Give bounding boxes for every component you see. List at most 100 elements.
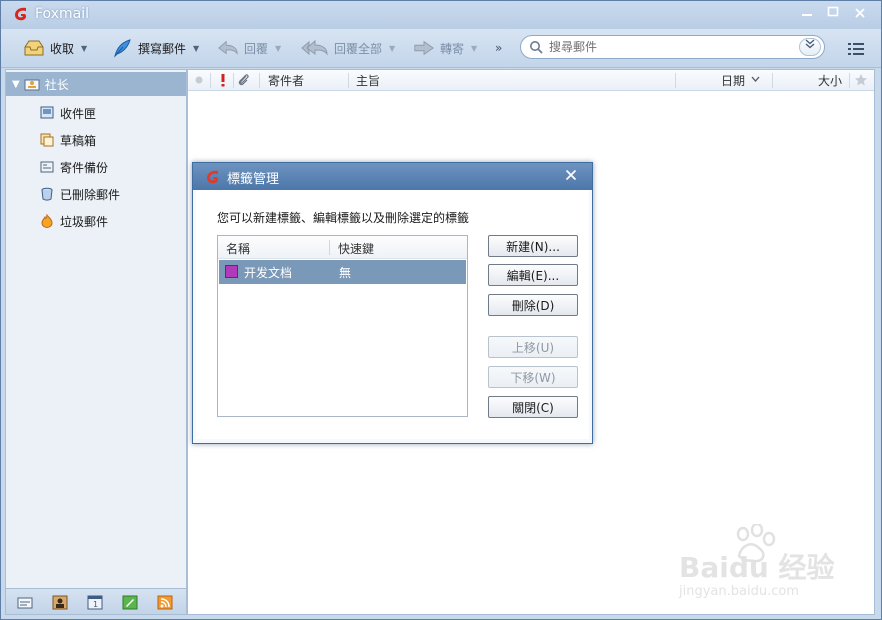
- mail-icon[interactable]: [17, 595, 33, 610]
- move-down-button[interactable]: 下移(W): [488, 366, 578, 388]
- svg-text:1: 1: [93, 600, 98, 609]
- main-menu-icon[interactable]: [847, 41, 865, 57]
- calendar-icon[interactable]: 1: [87, 595, 103, 610]
- search-icon: [530, 41, 543, 54]
- maximize-icon: [827, 6, 839, 17]
- reply-label: 回覆: [244, 41, 269, 56]
- receive-label: 收取: [50, 41, 75, 56]
- forward-label: 轉寄: [440, 41, 465, 56]
- sent-icon: [40, 161, 54, 173]
- expand-triangle-icon[interactable]: ▼: [12, 79, 20, 90]
- shortcut-column-header[interactable]: 快速鍵: [338, 240, 374, 257]
- dialog-description: 您可以新建標籤、編輯標籤以及刪除選定的標籤: [217, 211, 470, 225]
- account-icon: [24, 79, 40, 91]
- subject-column-header[interactable]: 主旨: [356, 72, 380, 88]
- minimize-icon: [802, 14, 812, 16]
- trash-icon: [41, 187, 53, 201]
- window-title: Foxmail: [35, 6, 89, 22]
- folder-sidebar: ▼ 社长 收件匣 草稿箱 寄件備份 已刪除郵件 垃圾郵件 1: [5, 69, 187, 615]
- forward-dropdown-icon[interactable]: ▼: [471, 44, 477, 53]
- sidebar-item-sent[interactable]: 寄件備份: [40, 157, 108, 177]
- delete-tag-button[interactable]: 刪除(D): [488, 294, 578, 316]
- drafts-icon: [40, 133, 54, 147]
- sender-column-header[interactable]: 寄件者: [268, 72, 304, 88]
- forward-arrow-icon: [413, 38, 435, 58]
- module-switcher: 1: [6, 588, 186, 614]
- tag-list-header: 名稱 快速鍵: [218, 236, 467, 259]
- inbox-tray-icon: [23, 38, 45, 58]
- receive-dropdown-icon[interactable]: ▼: [81, 44, 87, 53]
- double-chevron-down-icon: [805, 39, 815, 49]
- tag-row[interactable]: 开发文档 無: [219, 260, 466, 284]
- reply-button[interactable]: 回覆 ▼: [217, 36, 281, 60]
- search-options-button[interactable]: [799, 38, 821, 56]
- foxmail-logo-icon: [207, 170, 219, 184]
- dialog-body: 您可以新建標籤、編輯標籤以及刪除選定的標籤 名稱 快速鍵 开发文档 無 新建(N…: [196, 190, 589, 439]
- sidebar-item-label: 垃圾郵件: [60, 214, 109, 229]
- search-box[interactable]: [520, 35, 825, 59]
- receive-button[interactable]: 收取 ▼: [23, 36, 87, 60]
- tag-name: 开发文档: [244, 266, 293, 280]
- move-up-button[interactable]: 上移(U): [488, 336, 578, 358]
- sidebar-item-label: 已刪除郵件: [60, 187, 121, 202]
- search-input[interactable]: [549, 39, 789, 55]
- forward-button[interactable]: 轉寄 ▼: [413, 36, 477, 60]
- sidebar-item-junk[interactable]: 垃圾郵件: [40, 211, 108, 231]
- attachment-column-icon[interactable]: [237, 73, 251, 87]
- watermark-main: Baidu 经验: [679, 551, 835, 584]
- reply-all-dropdown-icon[interactable]: ▼: [389, 44, 395, 53]
- reply-dropdown-icon[interactable]: ▼: [275, 44, 281, 53]
- maximize-button[interactable]: [822, 5, 844, 23]
- compose-label: 撰寫郵件: [138, 41, 187, 56]
- tag-list[interactable]: 名稱 快速鍵 开发文档 無: [217, 235, 468, 417]
- sidebar-item-label: 草稿箱: [60, 133, 97, 148]
- inbox-icon: [40, 106, 54, 119]
- title-bar[interactable]: Foxmail: [1, 1, 881, 29]
- account-header[interactable]: ▼ 社长: [6, 72, 186, 96]
- reply-all-arrow-icon: [301, 38, 329, 58]
- tag-color-swatch: [225, 265, 238, 278]
- rss-icon[interactable]: [157, 595, 173, 610]
- tag-shortcut: 無: [339, 266, 352, 280]
- sidebar-item-drafts[interactable]: 草稿箱: [40, 130, 96, 150]
- notes-icon[interactable]: [122, 595, 138, 610]
- close-icon: [565, 169, 577, 181]
- dialog-close-button[interactable]: [561, 167, 581, 185]
- reply-arrow-icon: [217, 38, 239, 58]
- date-column-header[interactable]: 日期: [721, 72, 745, 88]
- contacts-icon[interactable]: [52, 595, 68, 610]
- more-tools-label: »: [495, 41, 503, 55]
- compose-dropdown-icon[interactable]: ▼: [193, 44, 199, 53]
- tag-manager-dialog: 標籤管理 您可以新建標籤、編輯標籤以及刪除選定的標籤 名稱 快速鍵 开发文档 無: [192, 162, 593, 444]
- minimize-button[interactable]: [796, 5, 818, 23]
- watermark-url: jingyan.baidu.com: [679, 584, 799, 599]
- star-column-icon[interactable]: [854, 73, 868, 87]
- feather-pen-icon: [111, 38, 133, 58]
- sort-chevron-down-icon[interactable]: [751, 76, 760, 83]
- mail-list-header: 寄件者 主旨 日期 大小: [188, 70, 874, 91]
- account-name: 社长: [44, 77, 69, 92]
- close-dialog-button[interactable]: 關閉(C): [488, 396, 578, 418]
- close-icon: [855, 8, 865, 18]
- dialog-title-bar[interactable]: 標籤管理: [193, 163, 592, 190]
- sidebar-item-label: 收件匣: [60, 106, 97, 121]
- junk-icon: [41, 214, 53, 228]
- dialog-title: 標籤管理: [227, 172, 280, 187]
- sidebar-item-label: 寄件備份: [60, 160, 109, 175]
- sidebar-item-inbox[interactable]: 收件匣: [40, 103, 96, 123]
- size-column-header[interactable]: 大小: [818, 72, 842, 88]
- read-status-column-icon[interactable]: [194, 75, 204, 85]
- foxmail-logo-icon: [15, 7, 27, 21]
- close-window-button[interactable]: [849, 5, 871, 23]
- more-tools-button[interactable]: »: [495, 36, 502, 60]
- reply-all-button[interactable]: 回覆全部 ▼: [301, 36, 395, 60]
- reply-all-label: 回覆全部: [334, 41, 383, 56]
- compose-button[interactable]: 撰寫郵件 ▼: [111, 36, 199, 60]
- name-column-header[interactable]: 名稱: [226, 240, 250, 257]
- watermark: Baidu 经验 jingyan.baidu.com: [677, 524, 837, 604]
- new-tag-button[interactable]: 新建(N)...: [488, 235, 578, 257]
- priority-column-icon[interactable]: [218, 73, 228, 87]
- sidebar-item-trash[interactable]: 已刪除郵件: [40, 184, 120, 204]
- foxmail-window: Foxmail 收取 ▼ 撰寫郵件 ▼ 回覆 ▼ 回覆全部 ▼ 轉寄 ▼ » 搜…: [0, 0, 882, 620]
- edit-tag-button[interactable]: 編輯(E)...: [488, 264, 578, 286]
